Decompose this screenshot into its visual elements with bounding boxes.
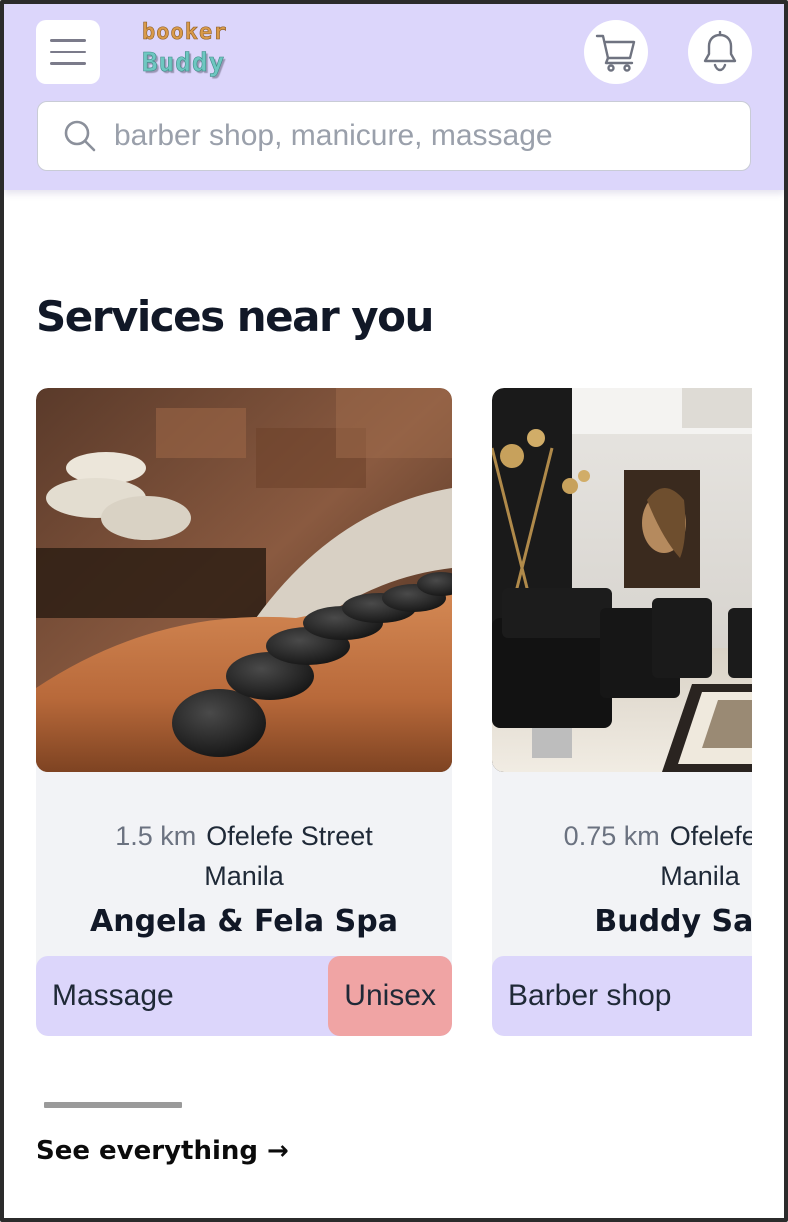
gender-tag: Unisex	[328, 956, 452, 1036]
service-card[interactable]: 0.75 km Ofelefe Street Manila Buddy Salon…	[492, 388, 752, 1036]
card-street: Ofelefe Street	[669, 821, 752, 851]
menu-icon-line	[50, 39, 86, 42]
card-street: Ofelefe Street	[206, 821, 373, 851]
card-title: Buddy Salon	[594, 904, 752, 939]
app-logo[interactable]: booker Buddy	[142, 20, 262, 86]
search-icon	[64, 120, 96, 152]
notifications-button[interactable]	[688, 20, 752, 84]
services-carousel[interactable]: 1.5 km Ofelefe Street Manila Angela & Fel…	[36, 388, 752, 1040]
spa-photo	[36, 388, 452, 772]
cart-icon	[595, 34, 636, 72]
menu-icon-line	[50, 62, 86, 65]
card-tags: Massage Unisex	[36, 956, 452, 1036]
top-header: booker Buddy	[4, 4, 784, 190]
cart-button[interactable]	[584, 20, 648, 84]
card-location: 1.5 km Ofelefe Street Manila	[36, 816, 452, 896]
logo-line-2: Buddy	[142, 48, 226, 78]
card-city: Manila	[660, 861, 740, 891]
logo-line-1: booker	[142, 20, 228, 45]
search-bar[interactable]	[37, 101, 751, 171]
search-input[interactable]	[114, 119, 734, 153]
service-card[interactable]: 1.5 km Ofelefe Street Manila Angela & Fel…	[36, 388, 452, 1036]
salon-photo	[492, 388, 752, 772]
card-distance: 0.75 km	[563, 821, 660, 851]
bell-icon	[703, 31, 737, 72]
card-title: Angela & Fela Spa	[90, 904, 398, 939]
section-title: Services near you	[36, 292, 434, 341]
app-frame: booker Buddy Service	[0, 0, 788, 1222]
card-location: 0.75 km Ofelefe Street Manila	[492, 816, 752, 896]
category-tag: Barber shop	[508, 979, 672, 1012]
see-everything-link[interactable]: See everything →	[36, 1136, 289, 1166]
carousel-scroll-indicator[interactable]	[44, 1102, 182, 1108]
menu-button[interactable]	[36, 20, 100, 84]
card-city: Manila	[204, 861, 284, 891]
category-tag: Massage	[52, 979, 174, 1012]
card-distance: 1.5 km	[115, 821, 197, 851]
card-tags: Barber shop	[492, 956, 752, 1036]
menu-icon-line	[50, 50, 86, 54]
